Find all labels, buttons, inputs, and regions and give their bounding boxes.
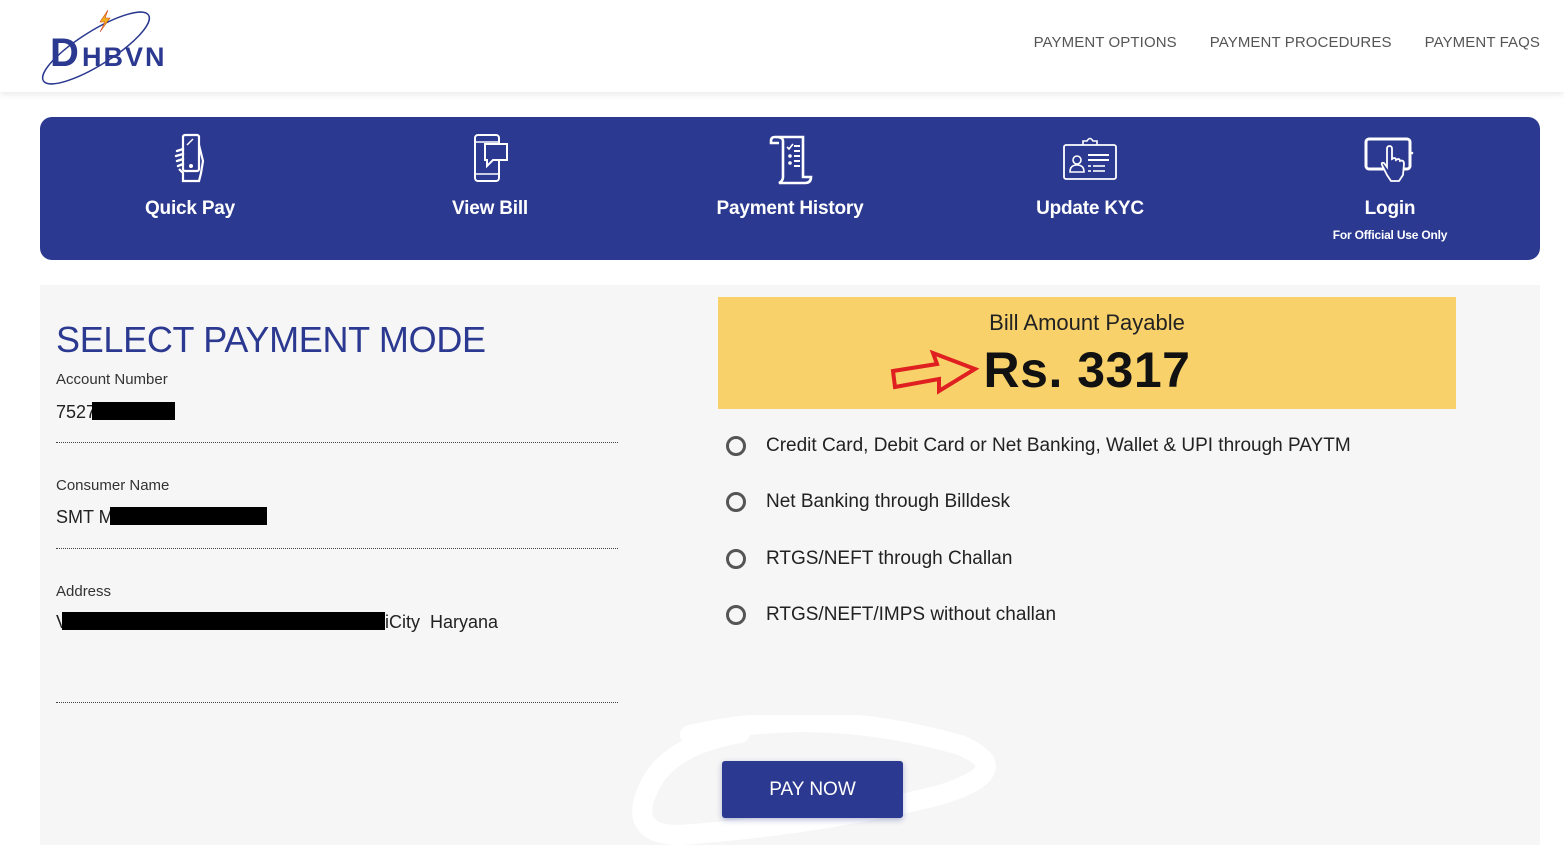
tile-label: Login [1364,198,1416,219]
service-tiles: Quick Pay View Bill Payment History Upda… [40,117,1540,260]
option-label: RTGS/NEFT through Challan [766,548,1013,569]
radio-button[interactable] [726,492,746,512]
tile-sublabel: For Official Use Only [1332,228,1448,242]
bill-amount-value: Rs. 3317 [983,342,1191,398]
redaction-bar [109,507,267,525]
option-label: Net Banking through Billdesk [766,491,1010,512]
address-suffix: iCity Haryana [385,612,499,632]
bill-amount-box: Bill Amount Payable Rs. 3317 [718,297,1456,409]
top-nav: PAYMENT OPTIONS PAYMENT PROCEDURES PAYME… [1034,34,1540,51]
tablet-touch-icon [1364,137,1414,182]
account-number-label: Account Number [56,371,168,388]
address-label: Address [56,583,112,600]
consumer-name-value: SMT M [56,507,267,528]
account-number-text: 7527 [56,402,97,422]
payment-option-billdesk[interactable]: Net Banking through Billdesk [726,491,1010,513]
tile-label: Update KYC [1036,198,1144,219]
phone-chat-icon [474,134,508,182]
page-title: SELECT PAYMENT MODE [56,319,486,360]
tile-quick-pay[interactable]: Quick Pay [40,117,340,260]
account-number-value: 7527 [56,402,176,423]
tile-update-kyc[interactable]: Update KYC [940,117,1240,260]
payment-option-imps-no-challan[interactable]: RTGS/NEFT/IMPS without challan [726,604,1056,626]
consumer-name-label: Consumer Name [56,477,170,494]
hand-phone-icon [174,133,205,183]
nav-payment-procedures[interactable]: PAYMENT PROCEDURES [1210,34,1392,51]
tile-login[interactable]: Login For Official Use Only [1240,117,1540,260]
radio-button[interactable] [726,549,746,569]
payment-option-paytm[interactable]: Credit Card, Debit Card or Net Banking, … [726,435,1351,457]
tile-payment-history[interactable]: Payment History [640,117,940,260]
field-divider [56,702,618,703]
redaction-bar [92,402,176,420]
tile-view-bill[interactable]: View Bill [340,117,640,260]
tile-label: Quick Pay [144,198,236,219]
consumer-name-text: SMT M [56,507,114,527]
svg-text:D: D [50,31,79,75]
dhbvn-logo[interactable]: D HBVN [38,6,198,86]
payment-option-rtgs-challan[interactable]: RTGS/NEFT through Challan [726,548,1012,570]
radio-button[interactable] [726,605,746,625]
logo-graphic: D HBVN [41,9,167,85]
redaction-bar [62,612,386,630]
pay-now-button[interactable]: PAY NOW [722,761,903,818]
svg-text:HBVN: HBVN [82,42,167,72]
tile-label: Payment History [716,198,864,219]
site-header: D HBVN PAYMENT OPTIONS PAYMENT PROCEDURE… [0,0,1564,92]
id-card-icon [1063,137,1117,180]
nav-payment-options[interactable]: PAYMENT OPTIONS [1034,34,1177,51]
payment-panel: SELECT PAYMENT MODE Account Number 7527 … [40,285,1540,845]
bill-amount-label: Bill Amount Payable [989,310,1185,335]
red-arrow-annotation [890,349,979,395]
option-label: Credit Card, Debit Card or Net Banking, … [766,435,1351,456]
option-label: RTGS/NEFT/IMPS without challan [766,604,1057,625]
scroll-list-icon [769,135,813,185]
field-divider [56,442,618,443]
field-divider [56,548,618,549]
radio-button[interactable] [726,436,746,456]
address-value: ViCity Haryana [56,612,498,633]
tile-label: View Bill [452,198,528,219]
nav-payment-faqs[interactable]: PAYMENT FAQS [1425,34,1540,51]
